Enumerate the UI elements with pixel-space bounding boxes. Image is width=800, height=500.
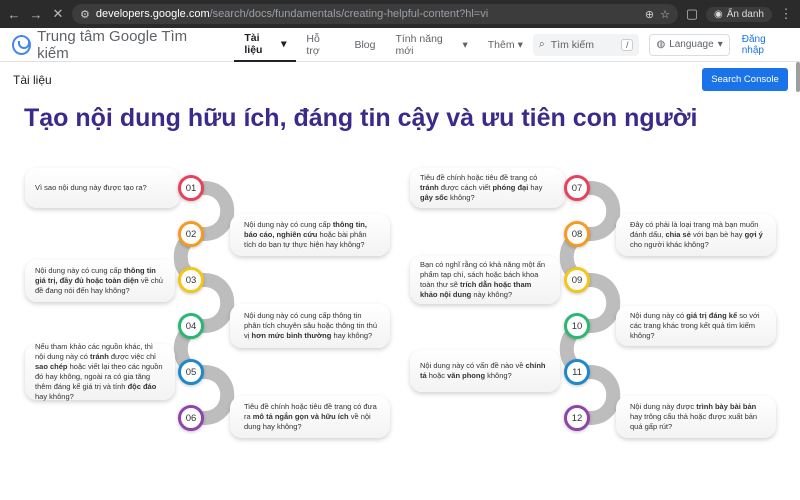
search-input[interactable]: ⌕ Tìm kiếm / [532, 33, 640, 56]
chevron-down-icon: ▾ [517, 38, 523, 51]
nav-tab-docs[interactable]: Tài liệu ▾ [234, 28, 297, 62]
question-card-06: Tiêu đề chính hoặc tiêu đề trang có đưa … [230, 396, 390, 438]
question-card-09: Bạn có nghĩ rằng có khả năng một ấn phẩm… [410, 256, 560, 304]
question-card-10: Nội dung này có giá trị đáng kể so với c… [616, 306, 776, 346]
site-info-icon[interactable]: ⚙ [80, 8, 90, 21]
question-number-badge: 12 [564, 405, 590, 431]
browser-toolbar: ← → ✕ ⚙ developers.google.com/search/doc… [0, 0, 800, 28]
vertical-scrollbar[interactable] [796, 62, 800, 92]
address-bar[interactable]: ⚙ developers.google.com/search/docs/fund… [72, 4, 678, 24]
back-icon[interactable]: ← [6, 6, 22, 22]
question-card-12: Nội dung này được trình bày bài bản hay … [616, 396, 776, 438]
site-logo[interactable]: Trung tâm Google Tìm kiếm [12, 28, 212, 62]
helpful-content-infographic: Vì sao nội dung này được tạo ra? 01 Nội du… [0, 160, 800, 460]
globe-icon: ◍ [656, 39, 666, 50]
menu-icon[interactable]: ⋮ [778, 6, 794, 22]
question-number-badge: 01 [178, 175, 204, 201]
page-title: Tạo nội dung hữu ích, đáng tin cậy và ưu… [24, 104, 698, 132]
chevron-down-icon: ▾ [717, 39, 723, 50]
zoom-icon[interactable]: ⊕ [645, 8, 654, 21]
question-card-01: Vì sao nội dung này được tạo ra? [25, 168, 180, 208]
question-card-07: Tiêu đề chính hoặc tiêu đề trang có trán… [410, 168, 565, 208]
extensions-icon[interactable]: ▢ [684, 6, 700, 22]
question-number-badge: 10 [564, 313, 590, 339]
site-header: Trung tâm Google Tìm kiếm Tài liệu ▾ Hỗ t… [0, 28, 800, 62]
login-link[interactable]: Đăng nhập [742, 34, 788, 56]
search-shortcut-key: / [620, 38, 634, 51]
question-card-08: Đây có phải là loại trang mà bạn muốn đá… [616, 214, 776, 256]
chevron-down-icon: ▾ [281, 37, 287, 50]
question-text: Nội dung này có cung cấp thông tin phân … [244, 310, 378, 341]
search-icon: ⌕ [538, 38, 545, 50]
question-card-11: Nội dung này có vấn đề nào về chính tả h… [410, 350, 560, 392]
url-text: developers.google.com/search/docs/fundam… [95, 8, 489, 20]
breadcrumb[interactable]: Tài liệu [13, 73, 52, 87]
question-number-badge: 09 [564, 267, 590, 293]
forward-icon[interactable]: → [28, 6, 44, 22]
question-number-badge: 06 [178, 405, 204, 431]
bookmark-star-icon[interactable]: ☆ [660, 8, 670, 21]
question-card-04: Nội dung này có cung cấp thông tin phân … [230, 304, 390, 348]
question-card-05: Nếu tham khảo các nguồn khác, thì nội du… [25, 341, 175, 402]
question-text: Nội dung này có cung cấp thông tin giá t… [35, 265, 163, 296]
nav-tab-more[interactable]: Thêm ▾ [478, 28, 533, 62]
nav-tab-blog[interactable]: Blog [344, 28, 385, 62]
question-number-badge: 04 [178, 313, 204, 339]
question-text: Đây có phải là loại trang mà bạn muốn đá… [630, 219, 763, 250]
question-number-badge: 07 [564, 175, 590, 201]
question-text: Bạn có nghĩ rằng có khả năng một ấn phẩm… [420, 259, 546, 300]
question-number-badge: 08 [564, 221, 590, 247]
stop-icon[interactable]: ✕ [50, 6, 66, 22]
question-text: Tiêu đề chính hoặc tiêu đề trang có đưa … [244, 401, 377, 432]
question-text: Nội dung này được trình bày bài bản hay … [630, 401, 758, 432]
question-text: Nội dung này có giá trị đáng kể so với c… [630, 310, 760, 341]
question-number-badge: 05 [178, 359, 204, 385]
incognito-badge[interactable]: ◉ Ẩn danh [706, 6, 772, 22]
question-text: Vì sao nội dung này được tạo ra? [35, 182, 147, 192]
search-console-button[interactable]: Search Console [702, 68, 788, 91]
incognito-icon: ◉ [714, 8, 723, 20]
nav-tab-whats-new[interactable]: Tính năng mới ▾ [385, 28, 477, 62]
search-central-logo-icon [12, 34, 32, 55]
question-number-badge: 03 [178, 267, 204, 293]
question-number-badge: 11 [564, 359, 590, 385]
question-number-badge: 02 [178, 221, 204, 247]
language-select[interactable]: ◍ Language ▾ [649, 33, 730, 56]
question-card-03: Nội dung này có cung cấp thông tin giá t… [25, 260, 175, 302]
chevron-down-icon: ▾ [462, 38, 468, 51]
question-text: Nội dung này có vấn đề nào về chính tả h… [420, 360, 546, 380]
question-text: Nội dung này có cung cấp thông tin, báo … [244, 219, 367, 250]
nav-tab-support[interactable]: Hỗ trợ [296, 28, 344, 62]
question-text: Nếu tham khảo các nguồn khác, thì nội du… [35, 341, 163, 402]
question-card-02: Nội dung này có cung cấp thông tin, báo … [230, 214, 390, 256]
question-text: Tiêu đề chính hoặc tiêu đề trang có trán… [420, 172, 543, 203]
